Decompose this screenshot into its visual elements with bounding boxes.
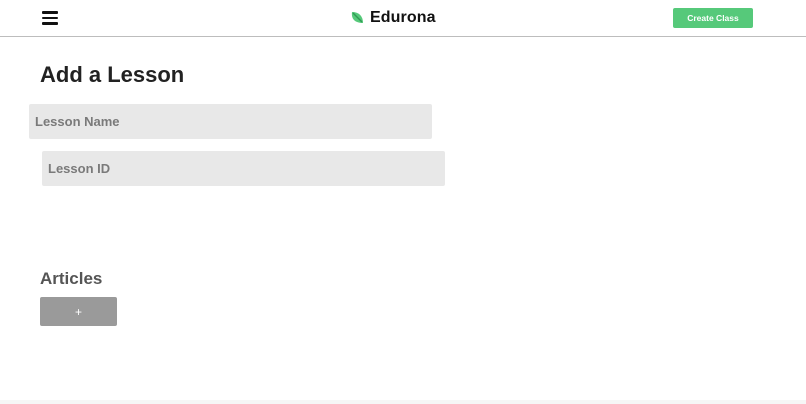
brand-logo[interactable]: Edurona	[350, 8, 436, 28]
leaf-icon	[351, 12, 363, 23]
brand-name: Edurona	[370, 9, 436, 26]
top-navbar: Edurona Create Class	[0, 0, 806, 37]
hamburger-menu-icon[interactable]	[42, 11, 58, 25]
footer-divider	[0, 400, 806, 404]
lesson-name-input[interactable]	[29, 104, 432, 139]
create-class-button[interactable]: Create Class	[673, 8, 753, 28]
articles-heading: Articles	[40, 269, 103, 288]
page-title: Add a Lesson	[40, 62, 185, 87]
add-article-button[interactable]: +	[40, 297, 117, 326]
lesson-id-input[interactable]	[42, 151, 445, 186]
